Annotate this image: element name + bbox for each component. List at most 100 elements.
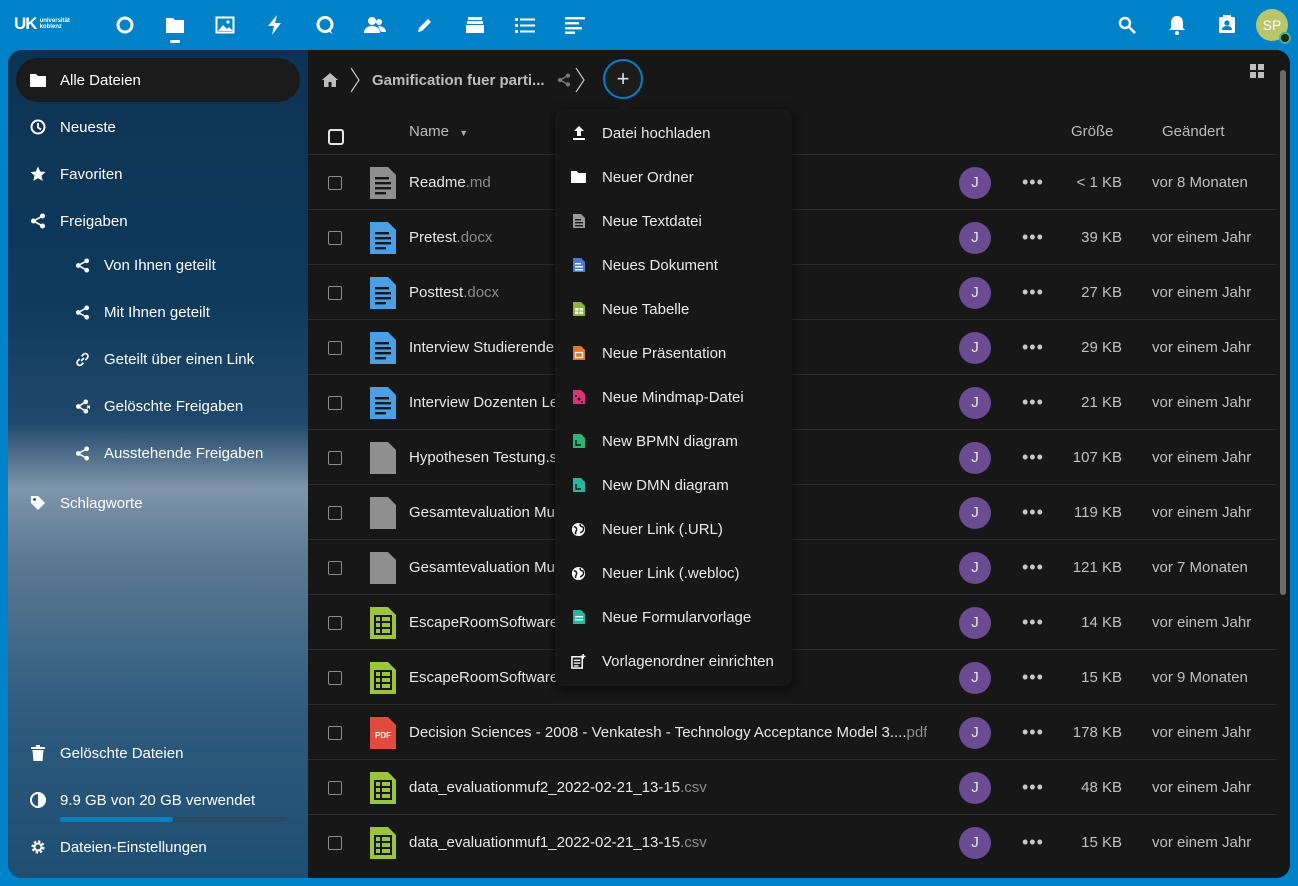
column-modified-header[interactable]: Geändert [1162,123,1225,140]
table-row[interactable]: data_evaluationmuf2_2022-02-21_13-15.csv… [308,759,1276,815]
files-app-icon[interactable] [150,0,200,50]
nav-pending-shares[interactable]: Ausstehende Freigaben [16,431,300,475]
file-name[interactable]: data_evaluationmuf2_2022-02-21_13-15.csv [409,779,707,796]
menu-item-upload[interactable]: Datei hochladen [555,111,792,155]
shared-with-avatar[interactable]: J [959,221,991,254]
shared-with-avatar[interactable]: J [959,716,991,749]
row-checkbox[interactable] [328,780,342,795]
nav-recent[interactable]: Neueste [16,105,300,149]
file-name[interactable]: Decision Sciences - 2008 - Venkatesh - T… [409,724,927,741]
row-checkbox[interactable] [328,230,342,245]
file-name[interactable]: Hypothesen Testung.s [409,449,557,466]
menu-item-form-template[interactable]: Neue Formularvorlage [555,595,792,639]
share-icon[interactable] [557,73,571,87]
row-checkbox[interactable] [328,505,342,520]
nav-deleted-shares[interactable]: Gelöschte Freigaben [16,384,300,428]
nav-favorites[interactable]: Favoriten [16,152,300,196]
row-checkbox[interactable] [328,725,342,740]
photos-app-icon[interactable] [200,0,250,50]
table-row[interactable]: Gesamtevaluation Mu J ••• 119 KB vor einem J… [308,484,1276,540]
more-actions-icon[interactable]: ••• [1022,832,1044,853]
university-logo[interactable]: UK universität koblenz [14,12,80,36]
new-file-button[interactable]: + [603,59,643,99]
home-icon[interactable] [322,73,338,87]
row-checkbox[interactable] [328,395,342,410]
menu-item-folder[interactable]: Neuer Ordner [555,155,792,199]
table-row[interactable]: EscapeRoomSoftware J ••• 14 KB vor einem Jah… [308,594,1276,650]
nav-all-files[interactable]: Alle Dateien [16,58,300,102]
user-avatar[interactable]: SP [1256,9,1291,44]
file-name[interactable]: Readme.md [409,174,491,191]
more-actions-icon[interactable]: ••• [1022,447,1044,468]
table-row[interactable]: Readme.md J ••• < 1 KB vor 8 Monaten [308,154,1276,210]
more-actions-icon[interactable]: ••• [1022,172,1044,193]
nav-shared-with-you[interactable]: Mit Ihnen geteilt [16,290,300,334]
more-actions-icon[interactable]: ••• [1022,227,1044,248]
table-row[interactable]: Hypothesen Testung.s J ••• 107 KB vor einem … [308,429,1276,485]
contacts-app-icon[interactable] [350,0,400,50]
row-checkbox[interactable] [328,175,342,190]
menu-item-document[interactable]: Neues Dokument [555,243,792,287]
more-actions-icon[interactable]: ••• [1022,667,1044,688]
file-name[interactable]: Interview Dozenten Le [409,394,558,411]
scrollbar[interactable] [1280,70,1286,595]
file-name[interactable]: EscapeRoomSoftware. [409,669,562,686]
notes-app-icon[interactable] [400,0,450,50]
row-checkbox[interactable] [328,560,342,575]
forms-app-icon[interactable] [550,0,600,50]
notifications-bell-icon[interactable] [1152,0,1202,50]
nav-files-settings[interactable]: Dateien-Einstellungen [16,825,300,869]
more-actions-icon[interactable]: ••• [1022,337,1044,358]
menu-item-globe[interactable]: Neuer Link (.URL) [555,507,792,551]
column-size-header[interactable]: Größe [1071,123,1114,140]
menu-item-presentation[interactable]: Neue Präsentation [555,331,792,375]
row-checkbox[interactable] [328,340,342,355]
file-name[interactable]: Gesamtevaluation Mu [409,559,555,576]
row-checkbox[interactable] [328,450,342,465]
grid-view-toggle-icon[interactable] [1250,64,1264,83]
shared-with-avatar[interactable]: J [959,771,991,804]
shared-with-avatar[interactable]: J [959,276,991,309]
talk-app-icon[interactable] [300,0,350,50]
shared-with-avatar[interactable]: J [959,826,991,859]
nav-shared-by-link[interactable]: Geteilt über einen Link [16,337,300,381]
file-name[interactable]: EscapeRoomSoftware [409,614,558,631]
breadcrumb-current-folder[interactable]: Gamification fuer parti... [372,72,545,89]
menu-item-mindmap[interactable]: Neue Mindmap-Datei [555,375,792,419]
file-name[interactable]: Gesamtevaluation Mu [409,504,555,521]
column-name-header[interactable]: Name ▼ [409,123,468,140]
menu-item-template-folder[interactable]: Vorlagenordner einrichten [555,639,792,683]
shared-with-avatar[interactable]: J [959,661,991,694]
more-actions-icon[interactable]: ••• [1022,282,1044,303]
row-checkbox[interactable] [328,285,342,300]
file-name[interactable]: Interview Studierende [409,339,554,356]
nav-tags[interactable]: Schlagworte [16,481,300,525]
deck-app-icon[interactable] [450,0,500,50]
table-row[interactable]: Pretest.docx J ••• 39 KB vor einem Jahr [308,209,1276,265]
more-actions-icon[interactable]: ••• [1022,722,1044,743]
shared-with-avatar[interactable]: J [959,166,991,199]
dashboard-app-icon[interactable] [100,0,150,50]
shared-with-avatar[interactable]: J [959,441,991,474]
table-row[interactable]: Interview Dozenten Le J ••• 21 KB vor einem … [308,374,1276,430]
more-actions-icon[interactable]: ••• [1022,612,1044,633]
file-name[interactable]: Pretest.docx [409,229,492,246]
table-row[interactable]: Interview Studierende J ••• 29 KB vor einem … [308,319,1276,375]
more-actions-icon[interactable]: ••• [1022,502,1044,523]
more-actions-icon[interactable]: ••• [1022,777,1044,798]
row-checkbox[interactable] [328,615,342,630]
menu-item-text-file[interactable]: Neue Textdatei [555,199,792,243]
shared-with-avatar[interactable]: J [959,496,991,529]
more-actions-icon[interactable]: ••• [1022,392,1044,413]
activity-app-icon[interactable] [250,0,300,50]
table-row[interactable]: EscapeRoomSoftware. J ••• 15 KB vor 9 Monate… [308,649,1276,705]
shared-with-avatar[interactable]: J [959,386,991,419]
file-name[interactable]: data_evaluationmuf1_2022-02-21_13-15.csv [409,834,707,851]
contacts-menu-icon[interactable] [1202,0,1252,50]
search-icon[interactable] [1102,0,1152,50]
menu-item-spreadsheet[interactable]: Neue Tabelle [555,287,792,331]
menu-item-bpmn[interactable]: New BPMN diagram [555,419,792,463]
nav-shares[interactable]: Freigaben [16,199,300,243]
nav-deleted-files[interactable]: Gelöschte Dateien [16,731,300,775]
table-row[interactable]: Posttest.docx J ••• 27 KB vor einem Jahr [308,264,1276,320]
